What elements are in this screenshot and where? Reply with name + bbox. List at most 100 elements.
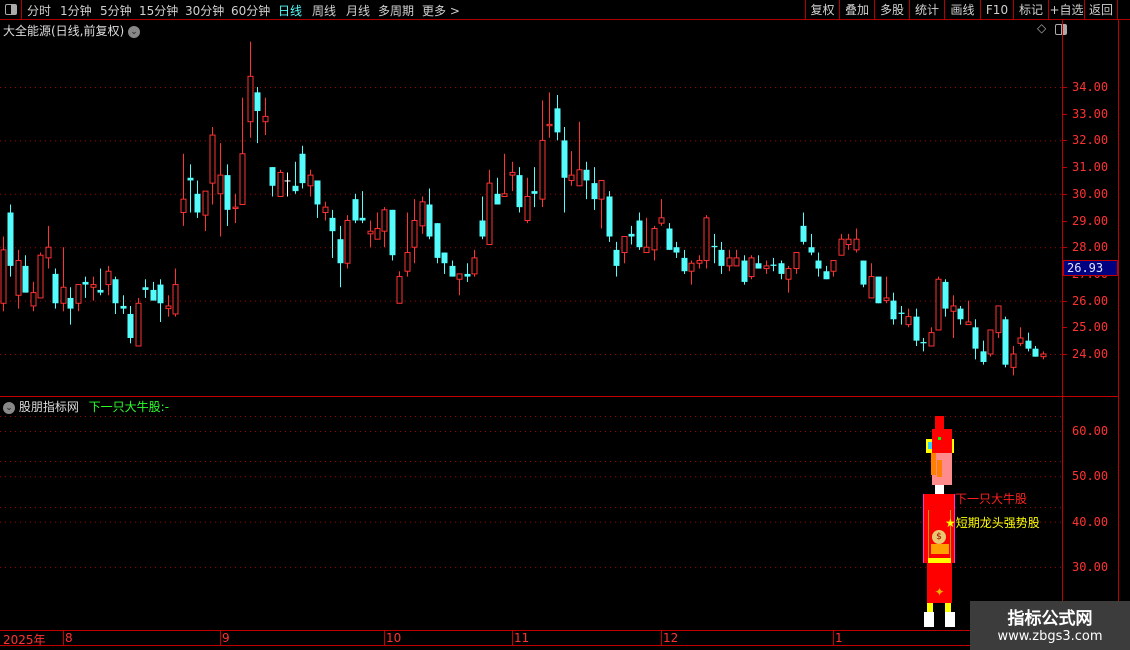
candle-body xyxy=(905,316,912,326)
candle xyxy=(905,308,912,328)
candle-body xyxy=(516,175,523,208)
candle-body xyxy=(636,220,643,248)
current-price-box: 26.93 xyxy=(1063,260,1118,276)
candle xyxy=(374,212,381,240)
candle-body xyxy=(741,260,748,282)
candle-body xyxy=(501,193,508,197)
candle-body xyxy=(995,305,1002,334)
candle xyxy=(217,143,224,237)
candle xyxy=(823,265,830,280)
candle-body xyxy=(755,263,762,269)
candle xyxy=(1017,327,1024,346)
candlestick-chart[interactable] xyxy=(0,0,1062,396)
candle-body xyxy=(75,284,82,304)
candle xyxy=(509,161,516,192)
price-tick xyxy=(1062,247,1067,249)
candle xyxy=(1040,351,1047,360)
candle xyxy=(232,193,239,224)
candle-body xyxy=(45,246,52,259)
candle-body xyxy=(898,312,905,314)
candle xyxy=(247,41,254,138)
candle xyxy=(763,260,770,274)
candle xyxy=(561,127,568,213)
candle-body xyxy=(314,180,321,205)
candle xyxy=(434,223,441,264)
candle xyxy=(135,297,142,347)
watermark-url: www.zbgs3.com xyxy=(997,629,1103,644)
candle xyxy=(352,193,359,224)
candle-body xyxy=(411,220,418,248)
candle-body xyxy=(381,209,388,232)
candle xyxy=(972,319,979,360)
candle-body xyxy=(913,316,920,341)
candle-body xyxy=(598,179,605,200)
candle-body xyxy=(718,249,725,266)
candle-body xyxy=(247,75,254,123)
candle xyxy=(778,260,785,280)
candle-body xyxy=(643,246,650,254)
candle xyxy=(726,249,733,272)
candle xyxy=(666,223,673,250)
toolbar-button-8[interactable]: 返回 xyxy=(1084,0,1118,20)
candle-body xyxy=(561,140,568,178)
candle xyxy=(770,257,777,272)
candle xyxy=(344,215,351,269)
candle-body xyxy=(67,297,74,309)
candle-body xyxy=(396,276,403,304)
candle xyxy=(568,151,575,186)
candle-body xyxy=(180,198,187,213)
indicator-chart[interactable] xyxy=(0,396,1062,630)
month-label: 11 xyxy=(514,631,530,645)
price-tick-label: 33.00 xyxy=(1072,106,1109,121)
candle-body xyxy=(52,273,59,304)
candle-body xyxy=(60,286,67,304)
candle xyxy=(180,153,187,226)
candle-body xyxy=(1040,353,1047,358)
candle-body xyxy=(307,174,314,187)
candle xyxy=(209,127,216,205)
candle xyxy=(150,281,157,301)
candle-body xyxy=(135,302,142,347)
candle-body xyxy=(531,191,538,194)
candle xyxy=(60,247,67,312)
month-label: 12 xyxy=(663,631,679,645)
candle xyxy=(942,279,949,317)
candle xyxy=(524,177,531,224)
candle-body xyxy=(942,281,949,309)
candle-body xyxy=(860,260,867,285)
candle-body xyxy=(980,351,987,363)
candle-body xyxy=(524,195,531,222)
candle-body xyxy=(172,284,179,315)
candle xyxy=(793,252,800,274)
indicator-tick-label: 30.00 xyxy=(1072,559,1109,574)
candle xyxy=(995,305,1002,338)
candle-body xyxy=(1002,319,1009,365)
candle xyxy=(673,241,680,258)
candle xyxy=(292,161,299,194)
candle-body xyxy=(703,217,710,262)
candle xyxy=(7,204,14,277)
price-tick xyxy=(1062,87,1067,88)
candle xyxy=(82,276,89,298)
candle xyxy=(576,121,583,187)
candle xyxy=(883,276,890,304)
candle-body xyxy=(606,196,613,237)
watermark-title: 指标公式网 xyxy=(1007,609,1093,629)
price-tick-label: 28.00 xyxy=(1072,240,1109,255)
indicator-tick-label: 60.00 xyxy=(1072,424,1109,438)
candle-body xyxy=(875,276,882,304)
indicator-tick-label: 40.00 xyxy=(1072,514,1109,529)
candle-body xyxy=(681,257,688,272)
candle xyxy=(15,249,22,309)
candle xyxy=(187,164,194,213)
candle-body xyxy=(97,289,104,293)
month-tick xyxy=(833,630,834,645)
price-tick-label: 32.00 xyxy=(1072,133,1109,148)
price-tick xyxy=(1062,300,1067,302)
candle-body xyxy=(217,174,224,195)
candle xyxy=(426,188,433,240)
candle-body xyxy=(209,134,216,184)
money-bag-icon: $ xyxy=(932,530,946,544)
candle-body xyxy=(90,284,97,288)
candle xyxy=(800,212,807,245)
